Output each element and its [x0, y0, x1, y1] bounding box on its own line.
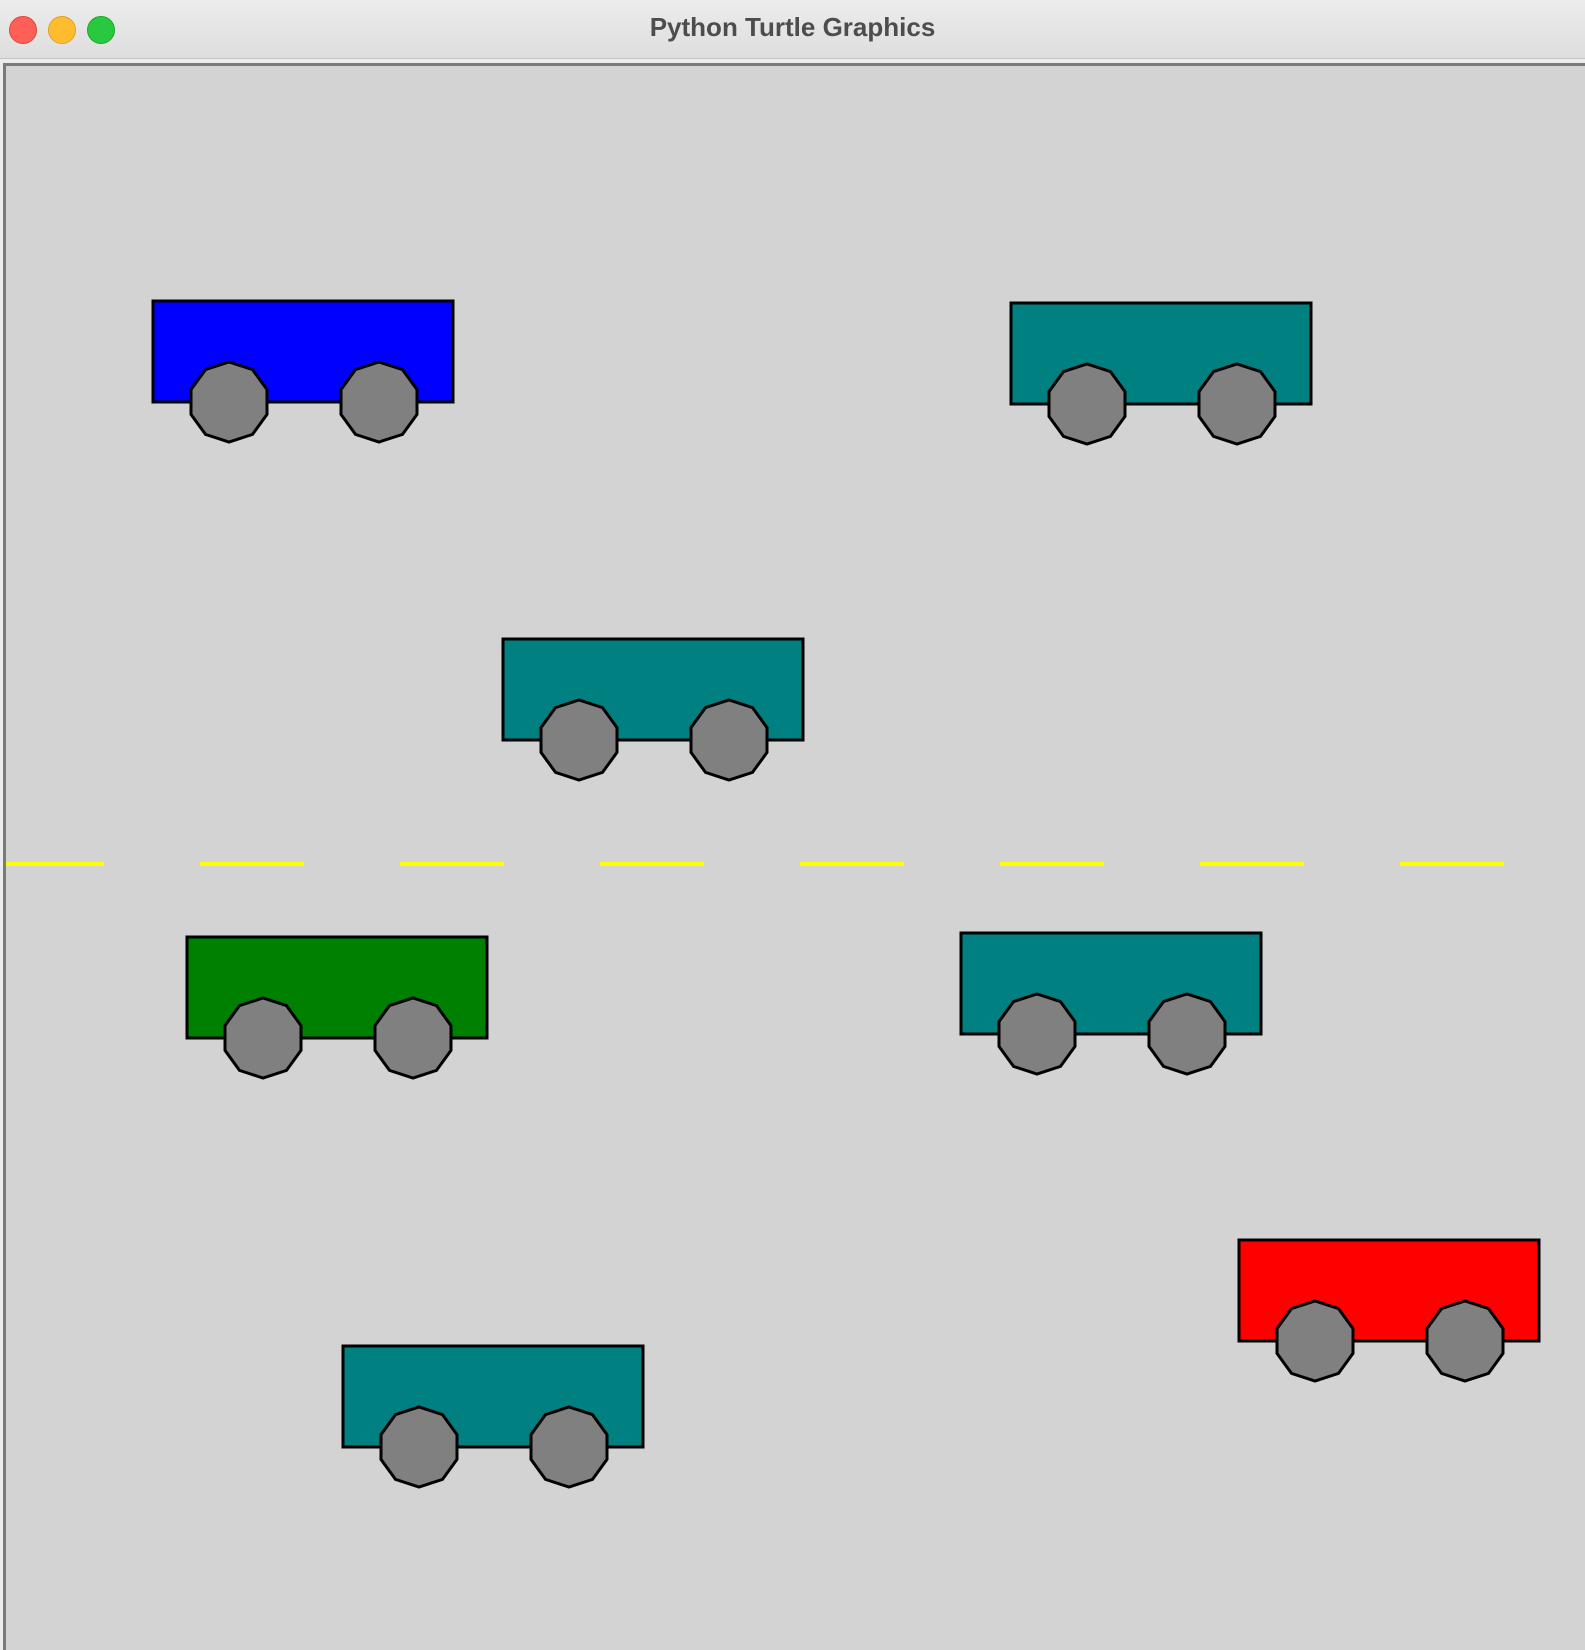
- car-green: [185, 935, 489, 1080]
- car-rear-wheel: [997, 992, 1077, 1076]
- turtle-window: Python Turtle Graphics: [0, 0, 1585, 1650]
- car-rear-wheel: [379, 1405, 459, 1489]
- car-front-wheel: [529, 1405, 609, 1489]
- car-rear-wheel: [1047, 362, 1127, 446]
- car-rear-wheel: [189, 360, 269, 444]
- car-front-wheel: [1197, 362, 1277, 446]
- car-teal-3: [959, 931, 1263, 1076]
- car-rear-wheel: [1275, 1299, 1355, 1383]
- car-front-wheel: [689, 698, 769, 782]
- car-teal-4: [341, 1344, 645, 1489]
- car-front-wheel: [1425, 1299, 1505, 1383]
- car-rear-wheel: [539, 698, 619, 782]
- car-front-wheel: [1147, 992, 1227, 1076]
- car-red: [1237, 1238, 1541, 1383]
- turtle-scene: [6, 299, 1541, 1489]
- car-blue: [151, 299, 455, 444]
- car-front-wheel: [339, 360, 419, 444]
- car-teal-1: [1009, 301, 1313, 446]
- car-rear-wheel: [223, 996, 303, 1080]
- car-front-wheel: [373, 996, 453, 1080]
- car-teal-2: [501, 637, 805, 782]
